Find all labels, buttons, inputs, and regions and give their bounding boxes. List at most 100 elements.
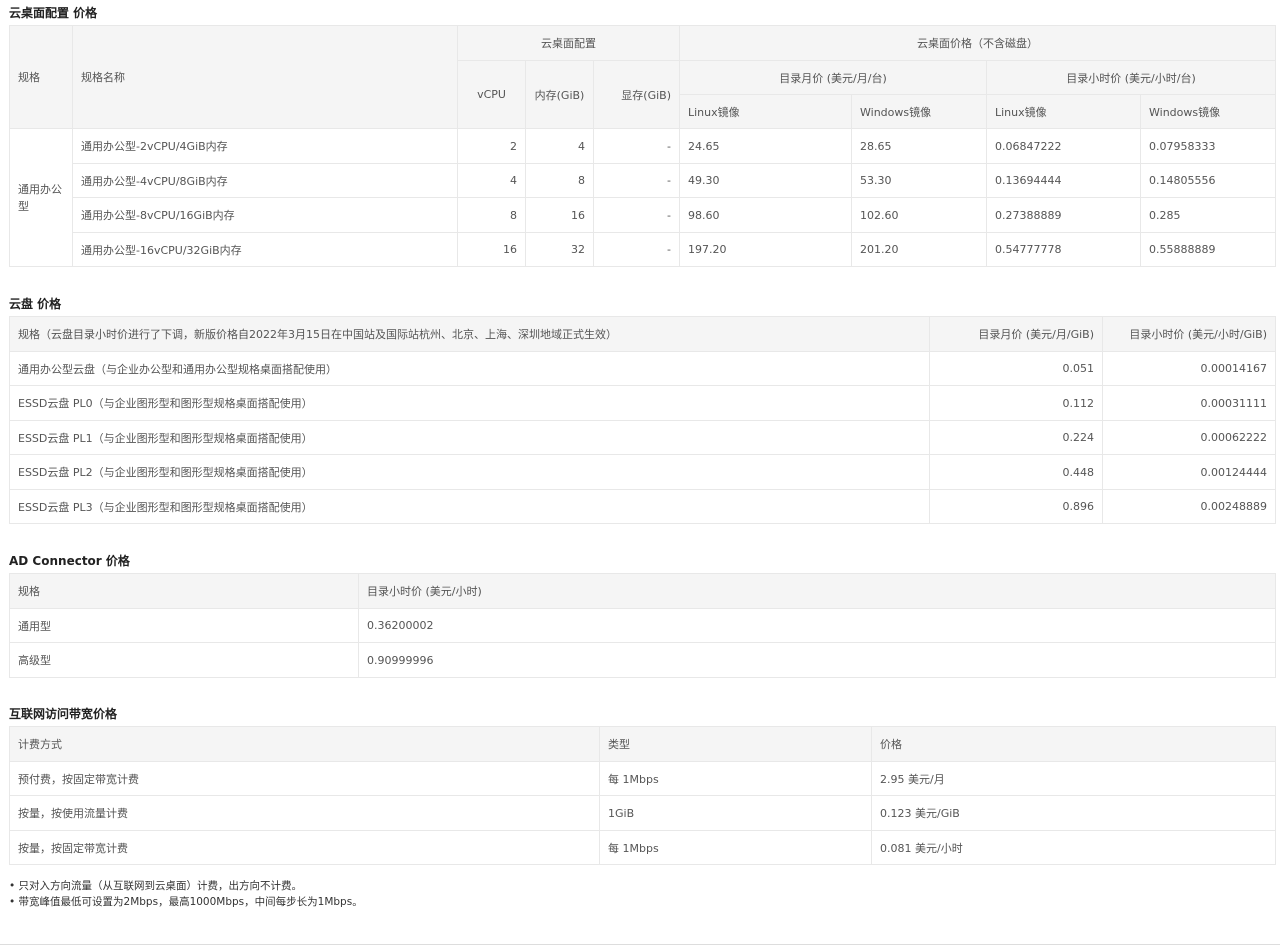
hourly-windows-cell: 0.14805556: [1140, 163, 1276, 198]
memory-cell: 4: [525, 128, 594, 164]
col-header-vcpu: vCPU: [457, 60, 526, 129]
price-cell: 2.95 美元/月: [871, 761, 1276, 796]
ad-connector-table: 规格 目录小时价 (美元/小时) 通用型 0.36200002 高级型 0.90…: [9, 573, 1276, 678]
spec-name-cell: 通用办公型-4vCPU/8GiB内存: [72, 163, 458, 198]
col-header-hourly-windows: Windows镜像: [1140, 94, 1276, 129]
bottom-divider: [0, 944, 1280, 945]
disk-spec-cell: ESSD云盘 PL0（与企业图形型和图形型规格桌面搭配使用）: [9, 385, 930, 421]
col-header-spec: 规格: [9, 25, 73, 129]
monthly-windows-cell: 53.30: [851, 163, 987, 198]
col-header-ad-hourly: 目录小时价 (美元/小时): [358, 573, 1276, 609]
type-cell: 每 1Mbps: [599, 830, 872, 865]
disk-monthly-cell: 0.224: [929, 420, 1103, 455]
hourly-windows-cell: 0.55888889: [1140, 232, 1276, 267]
hourly-linux-cell: 0.27388889: [986, 197, 1141, 233]
ad-spec-cell: 高级型: [9, 642, 359, 678]
table-row: ESSD云盘 PL0（与企业图形型和图形型规格桌面搭配使用） 0.112 0.0…: [9, 385, 1276, 421]
vcpu-cell: 8: [457, 197, 526, 233]
monthly-linux-cell: 49.30: [679, 163, 852, 198]
monthly-linux-cell: 24.65: [679, 128, 852, 164]
disk-spec-cell: 通用办公型云盘（与企业办公型和通用办公型规格桌面搭配使用）: [9, 351, 930, 386]
type-cell: 每 1Mbps: [599, 761, 872, 796]
ad-spec-cell: 通用型: [9, 608, 359, 643]
hourly-linux-cell: 0.13694444: [986, 163, 1141, 198]
col-header-ad-spec: 规格: [9, 573, 359, 609]
table-row: 通用办公型-4vCPU/8GiB内存 4 8 - 49.30 53.30 0.1…: [10, 163, 1276, 198]
col-header-billing-method: 计费方式: [9, 726, 600, 762]
disk-spec-cell: ESSD云盘 PL2（与企业图形型和图形型规格桌面搭配使用）: [9, 454, 930, 490]
price-cell: 0.081 美元/小时: [871, 830, 1276, 865]
disk-hourly-cell: 0.00062222: [1102, 420, 1276, 455]
vcpu-cell: 4: [457, 163, 526, 198]
monthly-windows-cell: 201.20: [851, 232, 987, 267]
table-row: ESSD云盘 PL3（与企业图形型和图形型规格桌面搭配使用） 0.896 0.0…: [9, 489, 1276, 524]
table-row: 通用办公型-16vCPU/32GiB内存 16 32 - 197.20 201.…: [10, 232, 1276, 267]
billing-method-cell: 预付费，按固定带宽计费: [9, 761, 600, 796]
memory-cell: 8: [525, 163, 594, 198]
disk-monthly-cell: 0.896: [929, 489, 1103, 524]
disk-monthly-cell: 0.051: [929, 351, 1103, 386]
disk-spec-cell: ESSD云盘 PL1（与企业图形型和图形型规格桌面搭配使用）: [9, 420, 930, 455]
price-cell: 0.123 美元/GiB: [871, 795, 1276, 831]
disk-monthly-cell: 0.448: [929, 454, 1103, 490]
disk-section-title: 云盘 价格: [9, 297, 62, 311]
note-item: • 带宽峰值最低可设置为2Mbps，最高1000Mbps，中间每步长为1Mbps…: [9, 896, 363, 908]
table-row: 预付费，按固定带宽计费 每 1Mbps 2.95 美元/月: [9, 761, 1276, 796]
ad-hourly-cell: 0.90999996: [358, 642, 1276, 678]
bandwidth-notes: • 只对入方向流量（从互联网到云桌面）计费，出方向不计费。 • 带宽峰值最低可设…: [9, 878, 363, 910]
disk-hourly-cell: 0.00031111: [1102, 385, 1276, 421]
col-header-gpu-memory: 显存(GiB): [593, 60, 680, 129]
ad-hourly-cell: 0.36200002: [358, 608, 1276, 643]
monthly-windows-cell: 28.65: [851, 128, 987, 164]
hourly-windows-cell: 0.285: [1140, 197, 1276, 233]
col-header-disk-spec: 规格（云盘目录小时价进行了下调，新版价格自2022年3月15日在中国站及国际站杭…: [9, 316, 930, 352]
hourly-linux-cell: 0.54777778: [986, 232, 1141, 267]
memory-cell: 32: [525, 232, 594, 267]
table-row: 按量，按固定带宽计费 每 1Mbps 0.081 美元/小时: [9, 830, 1276, 865]
gpu-memory-cell: -: [593, 232, 680, 267]
col-header-disk-monthly: 目录月价 (美元/月/GiB): [929, 316, 1103, 352]
col-header-disk-hourly: 目录小时价 (美元/小时/GiB): [1102, 316, 1276, 352]
col-header-monthly-price: 目录月价 (美元/月/台): [679, 60, 987, 95]
vcpu-cell: 16: [457, 232, 526, 267]
disk-hourly-cell: 0.00248889: [1102, 489, 1276, 524]
spec-name-cell: 通用办公型-2vCPU/4GiB内存: [72, 128, 458, 164]
table-row: 通用办公型-8vCPU/16GiB内存 8 16 - 98.60 102.60 …: [10, 197, 1276, 233]
gpu-memory-cell: -: [593, 163, 680, 198]
hourly-windows-cell: 0.07958333: [1140, 128, 1276, 164]
spec-name-cell: 通用办公型-8vCPU/16GiB内存: [72, 197, 458, 233]
table-row: 通用办公型云盘（与企业办公型和通用办公型规格桌面搭配使用） 0.051 0.00…: [9, 351, 1276, 386]
vcpu-cell: 2: [457, 128, 526, 164]
disk-spec-cell: ESSD云盘 PL3（与企业图形型和图形型规格桌面搭配使用）: [9, 489, 930, 524]
hourly-linux-cell: 0.06847222: [986, 128, 1141, 164]
disk-hourly-cell: 0.00014167: [1102, 351, 1276, 386]
disk-monthly-cell: 0.112: [929, 385, 1103, 421]
col-header-desktop-price: 云桌面价格（不含磁盘）: [679, 25, 1276, 61]
table-row: ESSD云盘 PL1（与企业图形型和图形型规格桌面搭配使用） 0.224 0.0…: [9, 420, 1276, 455]
col-header-desktop-config: 云桌面配置: [457, 25, 680, 61]
monthly-linux-cell: 197.20: [679, 232, 852, 267]
disk-hourly-cell: 0.00124444: [1102, 454, 1276, 490]
bandwidth-section-title: 互联网访问带宽价格: [9, 707, 118, 721]
col-header-price: 价格: [871, 726, 1276, 762]
monthly-windows-cell: 102.60: [851, 197, 987, 233]
disk-price-table: 规格（云盘目录小时价进行了下调，新版价格自2022年3月15日在中国站及国际站杭…: [9, 316, 1276, 524]
col-header-memory: 内存(GiB): [525, 60, 594, 129]
spec-name-cell: 通用办公型-16vCPU/32GiB内存: [72, 232, 458, 267]
col-header-type: 类型: [599, 726, 872, 762]
table-row: 高级型 0.90999996: [9, 642, 1276, 678]
gpu-memory-cell: -: [593, 128, 680, 164]
desktop-section-title: 云桌面配置 价格: [9, 6, 98, 20]
spec-group-cell: 通用办公型: [9, 128, 73, 267]
desktop-price-table: 规格 规格名称 云桌面配置 云桌面价格（不含磁盘） vCPU 内存(GiB) 显…: [9, 25, 1276, 267]
billing-method-cell: 按量，按固定带宽计费: [9, 830, 600, 865]
col-header-monthly-windows: Windows镜像: [851, 94, 987, 129]
note-item: • 只对入方向流量（从互联网到云桌面）计费，出方向不计费。: [9, 880, 303, 892]
table-row: ESSD云盘 PL2（与企业图形型和图形型规格桌面搭配使用） 0.448 0.0…: [9, 454, 1276, 490]
type-cell: 1GiB: [599, 795, 872, 831]
memory-cell: 16: [525, 197, 594, 233]
monthly-linux-cell: 98.60: [679, 197, 852, 233]
col-header-hourly-price: 目录小时价 (美元/小时/台): [986, 60, 1276, 95]
gpu-memory-cell: -: [593, 197, 680, 233]
col-header-monthly-linux: Linux镜像: [679, 94, 852, 129]
